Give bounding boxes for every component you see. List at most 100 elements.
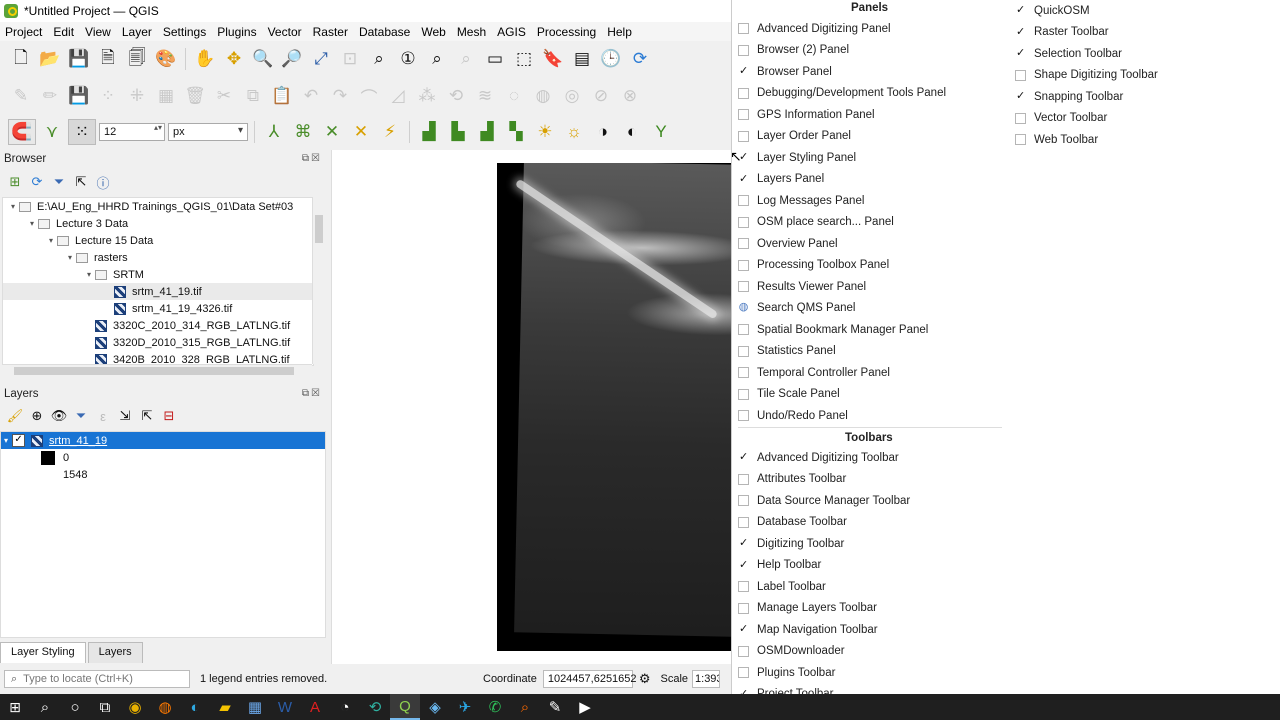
- menu-item-processing-toolbox-panel[interactable]: Processing Toolbox Panel: [738, 255, 889, 276]
- checked-checkbox-icon[interactable]: ✓: [738, 624, 749, 635]
- menu-item-osm-place-search-panel[interactable]: OSM place search... Panel: [738, 212, 894, 233]
- modify-attributes-icon[interactable]: ▦: [153, 84, 179, 108]
- add-group-icon[interactable]: ⊕: [28, 407, 46, 425]
- zoom-native-icon[interactable]: ①: [395, 47, 421, 71]
- menu-project[interactable]: Project: [0, 25, 48, 39]
- search-icon[interactable]: ⌕: [30, 694, 60, 720]
- add-ring-icon[interactable]: ◌: [501, 84, 527, 108]
- menu-item-data-source-manager-toolbar[interactable]: Data Source Manager Toolbar: [738, 490, 910, 511]
- undo-icon[interactable]: ↶: [298, 84, 324, 108]
- zoom-in-icon[interactable]: 🔍: [250, 47, 276, 71]
- menu-item-shape-digitizing-toolbar[interactable]: Shape Digitizing Toolbar: [1015, 65, 1158, 86]
- unchecked-checkbox-icon[interactable]: [738, 367, 749, 378]
- checked-checkbox-icon[interactable]: ✓: [1015, 91, 1026, 102]
- tree-item[interactable]: srtm_41_19.tif: [3, 283, 313, 300]
- expand-arrow-icon[interactable]: ▾: [26, 219, 38, 228]
- layout-manager-icon[interactable]: 🗐: [124, 47, 150, 71]
- unchecked-checkbox-icon[interactable]: [738, 581, 749, 592]
- browser-vertical-scrollbar[interactable]: [312, 197, 325, 364]
- redo-icon[interactable]: ↷: [327, 84, 353, 108]
- tree-item[interactable]: ▾ Lecture 3 Data: [3, 215, 313, 232]
- delete-part-icon[interactable]: ⊗: [617, 84, 643, 108]
- unchecked-checkbox-icon[interactable]: [738, 23, 749, 34]
- expand-all-icon[interactable]: ⇲: [116, 407, 134, 425]
- expand-arrow-icon[interactable]: ▾: [83, 270, 95, 279]
- snap-units-select[interactable]: px: [168, 123, 248, 141]
- sync-icon[interactable]: ⟲: [360, 694, 390, 720]
- unchecked-checkbox-icon[interactable]: [738, 259, 749, 271]
- info-icon[interactable]: ⓘ: [94, 173, 112, 191]
- raster-histogram-icon[interactable]: ▟: [416, 120, 442, 144]
- pan-to-selection-icon[interactable]: ✥: [221, 47, 247, 71]
- vertex-tool-icon[interactable]: ⁜: [124, 84, 150, 108]
- decrease-brightness-icon[interactable]: ☼: [561, 120, 587, 144]
- word-icon[interactable]: W: [270, 694, 300, 720]
- menu-item-overview-panel[interactable]: Overview Panel: [738, 233, 838, 254]
- menu-settings[interactable]: Settings: [158, 25, 212, 39]
- avoid-overlap-icon[interactable]: ✕: [319, 120, 345, 144]
- snapping-magnet-icon[interactable]: 🧲: [8, 119, 36, 145]
- menu-item-layers-panel[interactable]: ✓ Layers Panel: [738, 169, 824, 190]
- menu-vector[interactable]: Vector: [263, 25, 308, 39]
- tab-layer-styling[interactable]: Layer Styling: [0, 642, 86, 663]
- filter-icon[interactable]: ⏷: [50, 173, 68, 191]
- checked-checkbox-icon[interactable]: ✓: [738, 538, 749, 549]
- paste-features-icon[interactable]: 📋: [269, 84, 295, 108]
- menu-item-debugging-development-tools-panel[interactable]: Debugging/Development Tools Panel: [738, 83, 946, 104]
- menu-item-log-messages-panel[interactable]: Log Messages Panel: [738, 190, 864, 211]
- show-bookmarks-icon[interactable]: ▤: [569, 47, 595, 71]
- fill-ring-icon[interactable]: ◎: [559, 84, 585, 108]
- zoom-full-icon[interactable]: ⤢: [308, 47, 334, 71]
- delete-ring-icon[interactable]: ⊘: [588, 84, 614, 108]
- menu-item-label-toolbar[interactable]: Label Toolbar: [738, 576, 826, 597]
- checked-checkbox-icon[interactable]: ✓: [1015, 5, 1026, 16]
- expand-arrow-icon[interactable]: ▾: [64, 253, 76, 262]
- open-styling-icon[interactable]: 🖌: [6, 407, 24, 425]
- zoom-app-icon[interactable]: ◈: [420, 694, 450, 720]
- unchecked-checkbox-icon[interactable]: [738, 388, 749, 400]
- menu-agis[interactable]: AGIS: [492, 25, 532, 39]
- edge-icon[interactable]: ◐: [180, 694, 210, 720]
- tree-item[interactable]: ▾ E:\AU_Eng_HHRD Trainings_QGIS_01\Data S…: [3, 198, 313, 215]
- telegram-icon[interactable]: ✈: [450, 694, 480, 720]
- menu-item-attributes-toolbar[interactable]: Attributes Toolbar: [738, 469, 846, 490]
- new-bookmark-icon[interactable]: 🔖: [540, 47, 566, 71]
- expand-arrow-icon[interactable]: ▾: [4, 436, 8, 445]
- unchecked-checkbox-icon[interactable]: [738, 44, 749, 56]
- filter-expression-icon[interactable]: ε: [94, 407, 112, 425]
- layer-visibility-checkbox[interactable]: ✓: [12, 434, 26, 447]
- paint-icon[interactable]: ✎: [540, 694, 570, 720]
- remove-layer-icon[interactable]: ⊟: [160, 407, 178, 425]
- local-histogram-icon[interactable]: ▙: [445, 120, 471, 144]
- topological-editing-icon[interactable]: ⅄: [261, 120, 287, 144]
- new-map-view-icon[interactable]: ▭: [482, 47, 508, 71]
- firefox-icon[interactable]: ◍: [150, 694, 180, 720]
- tree-item[interactable]: ▾ rasters: [3, 249, 313, 266]
- copy-features-icon[interactable]: ⧉: [240, 84, 266, 108]
- layer-row[interactable]: ▾ ✓ srtm_41_19: [1, 432, 325, 449]
- unchecked-checkbox-icon[interactable]: [738, 602, 749, 614]
- toggle-extents-icon[interactable]: ⚙: [639, 671, 651, 687]
- menu-item-search-qms-panel[interactable]: ◍ Search QMS Panel: [738, 298, 855, 319]
- menu-item-help-toolbar[interactable]: ✓ Help Toolbar: [738, 555, 821, 576]
- temporal-controller-icon[interactable]: 🕒: [598, 47, 624, 71]
- menu-item-tile-scale-panel[interactable]: Tile Scale Panel: [738, 384, 840, 405]
- checked-checkbox-icon[interactable]: ✓: [738, 452, 749, 463]
- open-project-icon[interactable]: 📂: [37, 47, 63, 71]
- unchecked-checkbox-icon[interactable]: [738, 324, 749, 335]
- simplify-feature-icon[interactable]: ≋: [472, 84, 498, 108]
- unchecked-checkbox-icon[interactable]: [738, 516, 749, 528]
- collapse-all-icon[interactable]: ⇱: [138, 407, 156, 425]
- menu-item-vector-toolbar[interactable]: Vector Toolbar: [1015, 108, 1107, 129]
- app-icon[interactable]: ◔: [330, 694, 360, 720]
- menu-item-temporal-controller-panel[interactable]: Temporal Controller Panel: [738, 362, 890, 383]
- filter-legend-icon[interactable]: ⏷: [72, 407, 90, 425]
- unchecked-checkbox-icon[interactable]: [738, 238, 749, 249]
- local-stretch-icon[interactable]: ▚: [503, 120, 529, 144]
- menu-item-undo-redo-panel[interactable]: Undo/Redo Panel: [738, 405, 848, 426]
- unchecked-checkbox-icon[interactable]: [738, 645, 749, 657]
- unchecked-checkbox-icon[interactable]: [738, 473, 749, 485]
- scale-field[interactable]: 1:393: [692, 670, 721, 688]
- refresh-icon[interactable]: ⟳: [627, 47, 653, 71]
- menu-item-layer-order-panel[interactable]: Layer Order Panel: [738, 126, 851, 147]
